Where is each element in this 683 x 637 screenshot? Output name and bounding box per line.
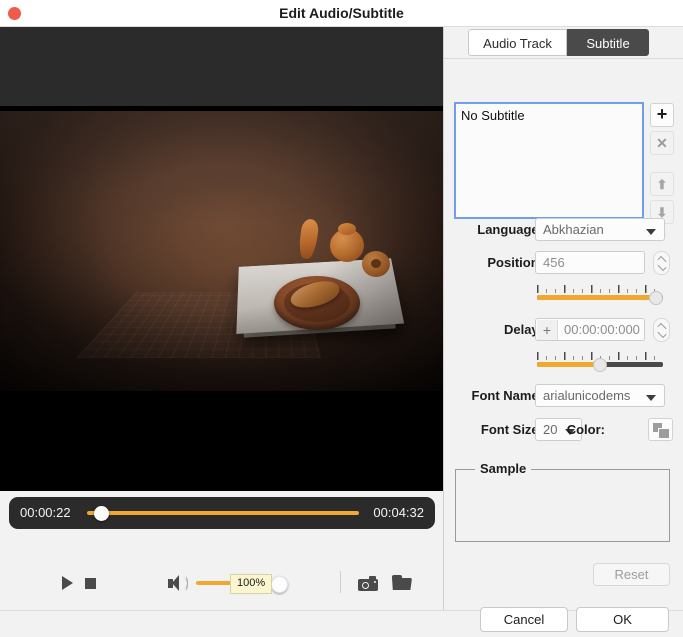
volume-tooltip: 100% <box>230 574 273 594</box>
delay-value: 00:00:00:000 <box>564 322 640 337</box>
list-item[interactable]: No Subtitle <box>461 108 525 123</box>
stepper-down-icon[interactable] <box>657 328 667 339</box>
video-preview-panel: 00:00:22 00:04:32 <box>0 27 443 610</box>
cancel-button[interactable]: Cancel <box>480 607 568 632</box>
title-bar: Edit Audio/Subtitle <box>0 0 683 27</box>
total-time-label: 00:04:32 <box>373 505 424 520</box>
current-time-label: 00:00:22 <box>20 505 71 520</box>
tab-subtitle[interactable]: Subtitle <box>567 29 649 56</box>
speaker-icon[interactable] <box>168 575 188 592</box>
color-label: Color: <box>566 422 605 437</box>
sample-groupbox <box>455 469 670 542</box>
language-label: Language: <box>477 222 543 237</box>
remove-subtitle-button[interactable]: ✕ <box>650 131 674 155</box>
edit-audio-subtitle-window: Edit Audio/Subtitle 00:00:22 00:04:32 10… <box>0 0 683 637</box>
position-slider-thumb[interactable] <box>649 291 663 305</box>
subtitle-list[interactable]: No Subtitle <box>454 102 644 219</box>
tab-audio-track[interactable]: Audio Track <box>468 29 567 56</box>
color-swatch-button[interactable] <box>648 418 673 441</box>
position-slider-fill <box>537 295 660 300</box>
chevron-down-icon <box>646 395 656 401</box>
seek-thumb[interactable] <box>93 506 109 521</box>
dialog-footer: Cancel OK <box>0 607 683 637</box>
color-swatch-front <box>658 428 670 439</box>
chevron-down-icon <box>646 229 656 235</box>
delay-sign[interactable]: + <box>537 320 558 340</box>
plus-icon: + <box>656 104 668 124</box>
controls-divider <box>340 571 341 593</box>
add-subtitle-button[interactable]: + <box>650 103 674 127</box>
language-select[interactable]: Abkhazian <box>535 218 665 241</box>
move-up-button[interactable]: ⬆ <box>650 172 674 196</box>
delay-label: Delay: <box>503 322 543 337</box>
delay-input[interactable]: + 00:00:00:000 <box>535 318 645 341</box>
folder-icon[interactable] <box>392 575 412 590</box>
video-frame <box>0 111 443 391</box>
delay-stepper[interactable] <box>653 318 670 342</box>
position-input[interactable]: 456 <box>535 251 645 274</box>
font-name-label: Font Name: <box>471 388 544 403</box>
stepper-down-icon[interactable] <box>657 261 667 272</box>
ok-button[interactable]: OK <box>576 607 669 632</box>
position-label: Position: <box>487 255 543 270</box>
window-title: Edit Audio/Subtitle <box>279 5 404 21</box>
reset-button[interactable]: Reset <box>593 563 670 586</box>
arrow-up-icon: ⬆ <box>656 177 668 192</box>
camera-icon[interactable] <box>358 576 378 591</box>
volume-slider-thumb[interactable] <box>271 576 288 593</box>
language-value: Abkhazian <box>543 222 604 237</box>
seek-track[interactable] <box>87 511 359 515</box>
video-canvas[interactable] <box>0 27 443 491</box>
stop-icon[interactable] <box>85 578 96 589</box>
tab-bar: Audio Track Subtitle <box>444 27 683 58</box>
sample-label: Sample <box>475 461 532 476</box>
position-value: 456 <box>543 255 565 270</box>
position-slider-ticks <box>537 285 663 293</box>
position-stepper[interactable] <box>653 251 670 275</box>
font-name-select[interactable]: arialunicodems <box>535 384 665 407</box>
transport-controls <box>0 547 443 610</box>
delay-slider-fill <box>537 362 600 367</box>
play-icon[interactable] <box>62 576 73 590</box>
delay-slider-thumb[interactable] <box>593 358 607 372</box>
scene-haze <box>0 111 443 391</box>
close-x-icon: ✕ <box>656 135 668 151</box>
seek-bar[interactable]: 00:00:22 00:04:32 <box>9 497 435 529</box>
video-letterbox-top <box>0 27 443 106</box>
font-name-value: arialunicodems <box>543 388 631 403</box>
delay-slider[interactable] <box>537 352 663 372</box>
position-slider[interactable] <box>537 285 663 305</box>
